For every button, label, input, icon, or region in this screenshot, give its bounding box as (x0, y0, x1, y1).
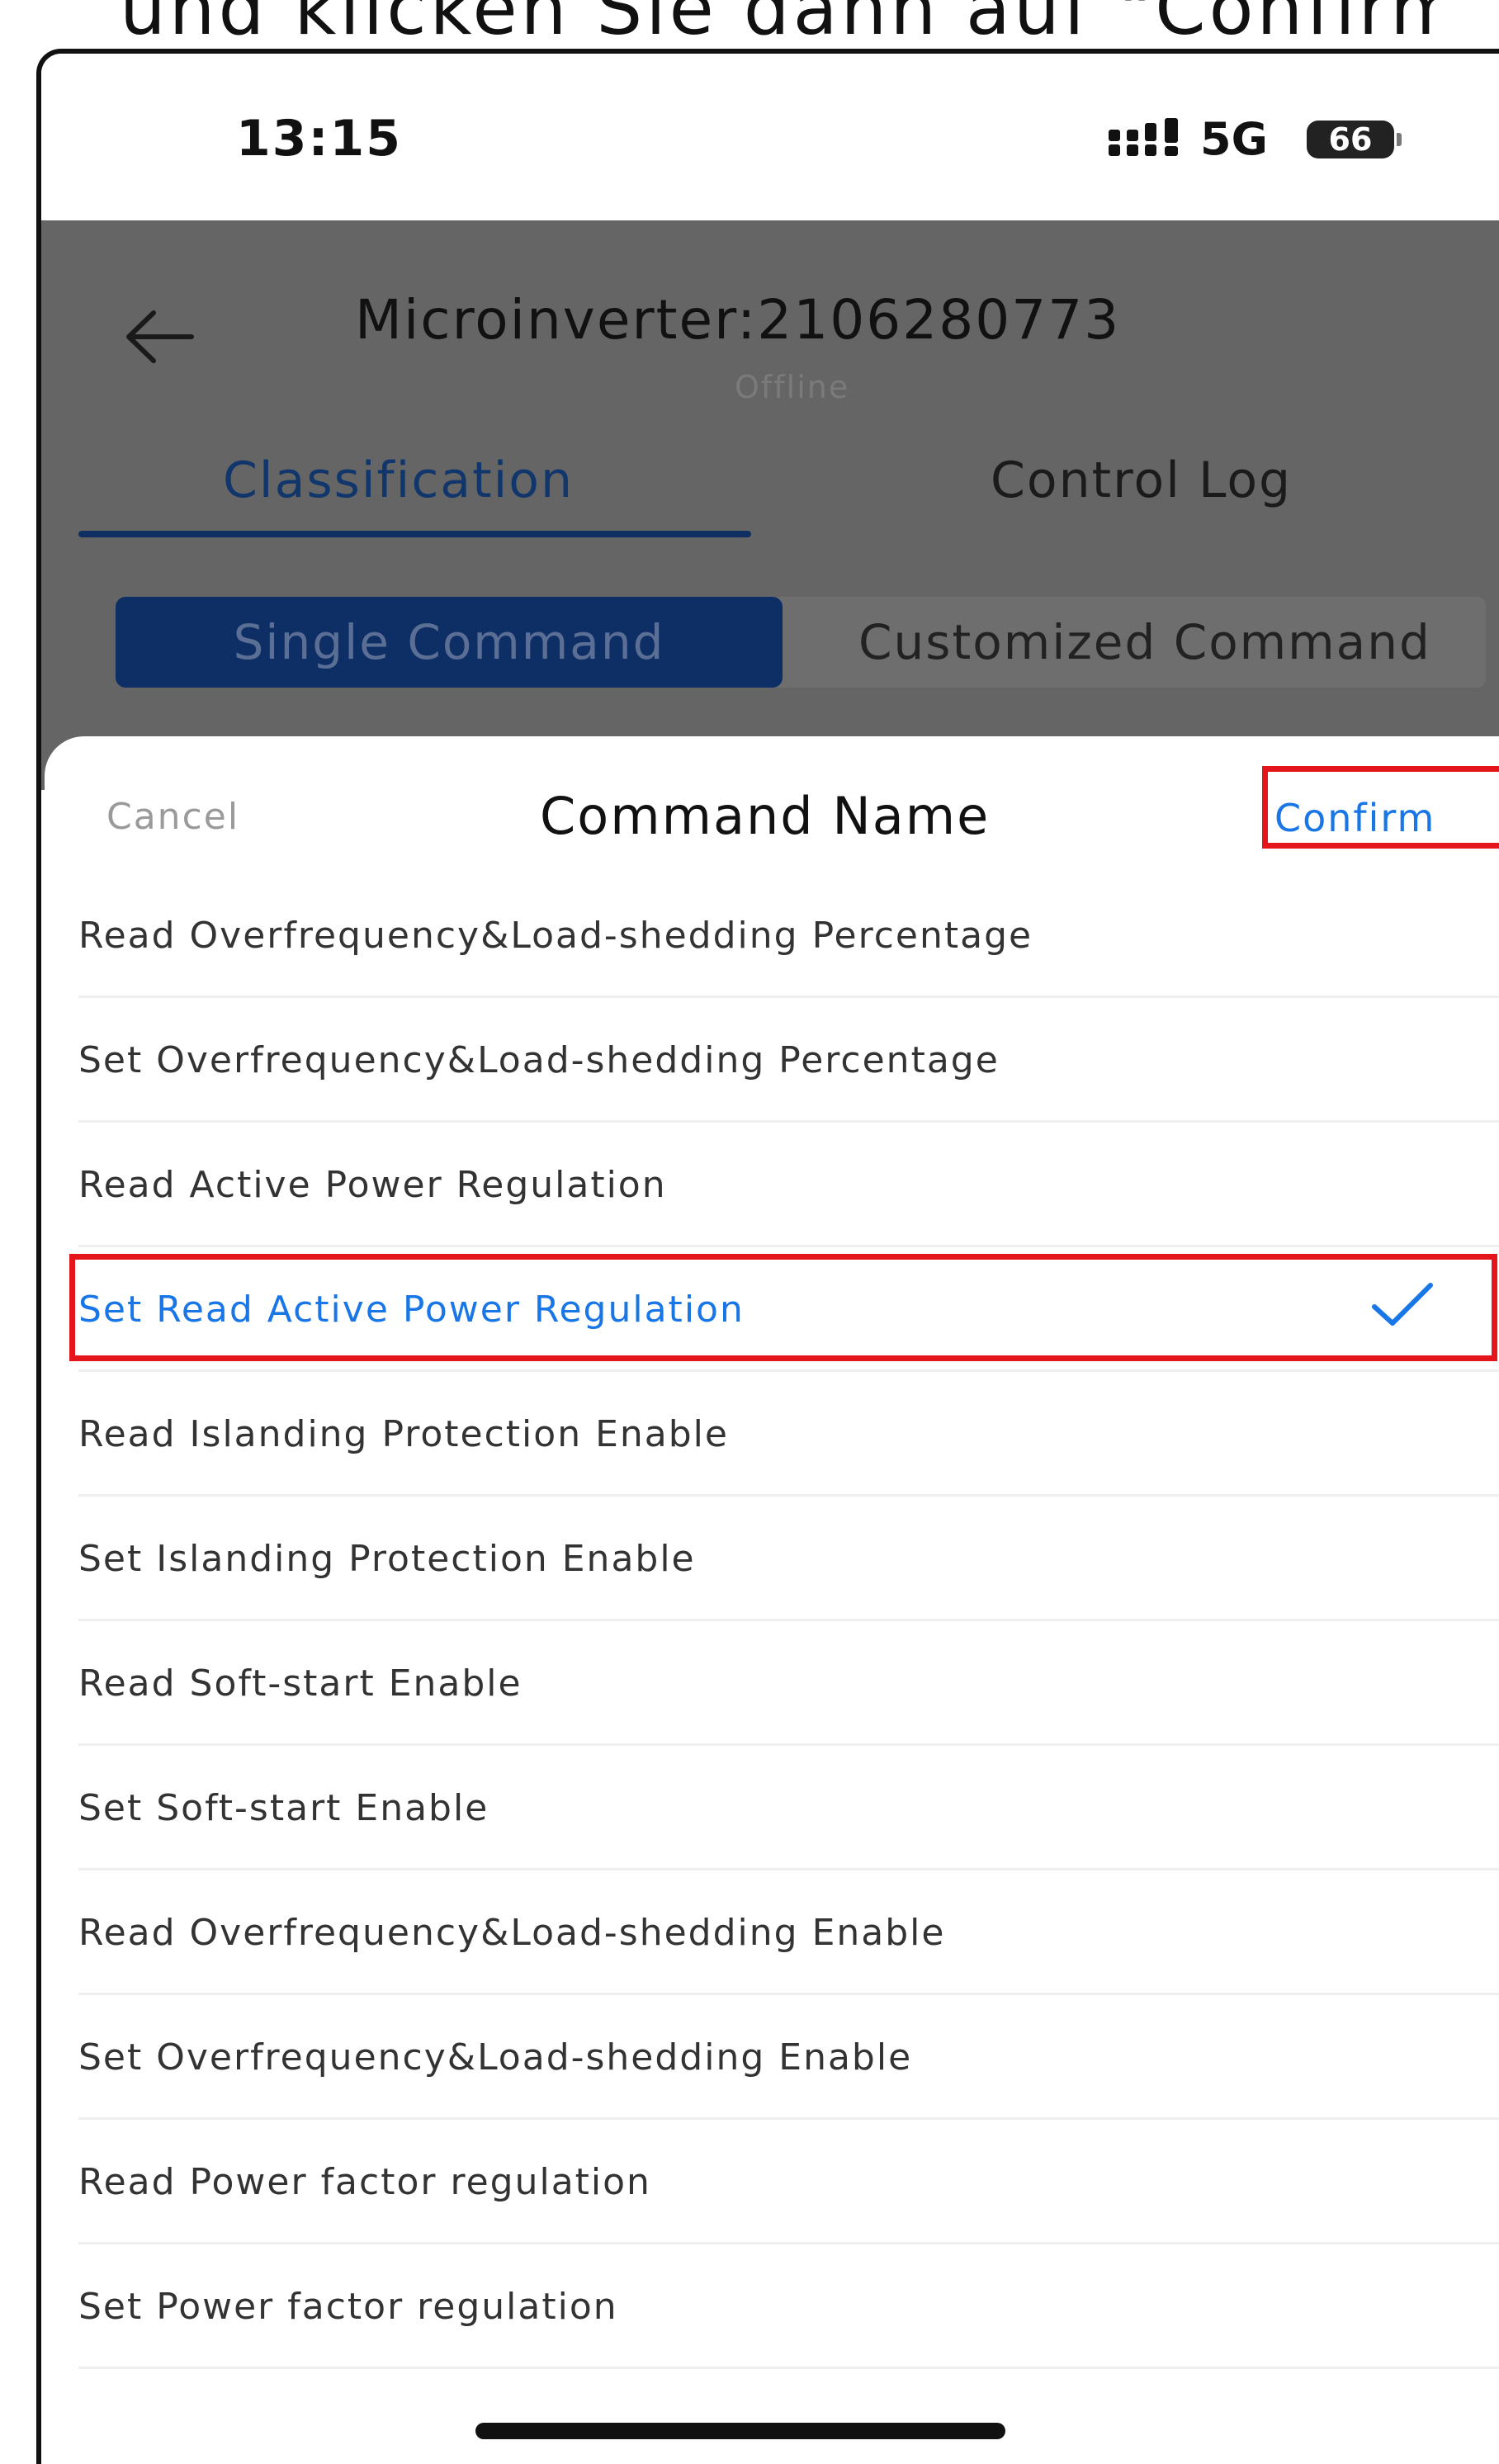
list-item[interactable]: Read Overfrequency&Load-shedding Enable (45, 1870, 1499, 1995)
list-item-label: Read Active Power Regulation (78, 1164, 667, 1206)
list-item[interactable]: Set Power factor regulation (45, 2244, 1499, 2369)
list-item-label: Read Overfrequency&Load-shedding Enable (78, 1912, 946, 1954)
confirm-highlight-box (1262, 766, 1499, 849)
list-item-label: Set Overfrequency&Load-shedding Enable (78, 2036, 913, 2079)
signal-icon (1109, 118, 1178, 156)
command-picker-sheet: Cancel Command Name Confirm Read Overfre… (45, 736, 1499, 2464)
list-item[interactable]: Read Power factor regulation (45, 2120, 1499, 2244)
selected-highlight-box (69, 1254, 1497, 1361)
list-item[interactable]: Read Overfrequency&Load-shedding Percent… (45, 873, 1499, 998)
list-item[interactable]: Read Active Power Regulation (45, 1123, 1499, 1247)
list-item-label: Set Power factor regulation (78, 2286, 618, 2328)
command-type-switch: Single Command Customized Command (116, 597, 1486, 688)
instruction-caption: und klicken Sie dann auf "Confirm". (120, 0, 1440, 51)
list-item-label: Set Islanding Protection Enable (78, 1538, 696, 1580)
cancel-button[interactable]: Cancel (106, 796, 239, 838)
list-item[interactable]: Read Soft-start Enable (45, 1621, 1499, 1746)
sheet-title: Command Name (540, 786, 991, 846)
active-tab-indicator (78, 531, 751, 537)
list-item[interactable]: Set Overfrequency&Load-shedding Percenta… (45, 998, 1499, 1123)
list-item[interactable]: Set Soft-start Enable (45, 1746, 1499, 1870)
phone-screen: 13:15 5G 66 Microinverter:2106280773 Off… (36, 49, 1499, 2464)
status-time: 13:15 (236, 110, 402, 168)
tab-classification[interactable]: Classification (223, 452, 574, 509)
list-item-label: Read Overfrequency&Load-shedding Percent… (78, 915, 1033, 957)
segment-customized-command[interactable]: Customized Command (858, 597, 1431, 688)
list-item[interactable]: Set Islanding Protection Enable (45, 1497, 1499, 1621)
tab-control-log[interactable]: Control Log (991, 452, 1292, 509)
list-item-label: Set Overfrequency&Load-shedding Percenta… (78, 1039, 1000, 1081)
network-type: 5G (1200, 113, 1268, 165)
list-item-label: Set Soft-start Enable (78, 1787, 489, 1829)
divider (78, 2367, 1499, 2369)
back-arrow-icon[interactable] (122, 308, 196, 366)
list-item[interactable]: Set Overfrequency&Load-shedding Enable (45, 1995, 1499, 2120)
list-item-label: Read Power factor regulation (78, 2161, 651, 2203)
device-status: Offline (735, 369, 850, 405)
list-item-selected[interactable]: Set Read Active Power Regulation (45, 1247, 1499, 1372)
segment-single-command[interactable]: Single Command (116, 597, 783, 688)
list-item-label: Read Soft-start Enable (78, 1662, 523, 1705)
status-bar: 13:15 5G 66 (41, 54, 1499, 220)
command-list: Read Overfrequency&Load-shedding Percent… (45, 873, 1499, 2369)
list-item[interactable]: Read Islanding Protection Enable (45, 1372, 1499, 1497)
device-title: Microinverter:2106280773 (355, 288, 1121, 352)
list-item-label: Read Islanding Protection Enable (78, 1413, 729, 1455)
battery-cap (1397, 133, 1402, 146)
home-indicator (475, 2423, 1005, 2439)
battery-icon: 66 (1307, 121, 1394, 158)
app-header: Microinverter:2106280773 Offline Classif… (41, 220, 1499, 790)
